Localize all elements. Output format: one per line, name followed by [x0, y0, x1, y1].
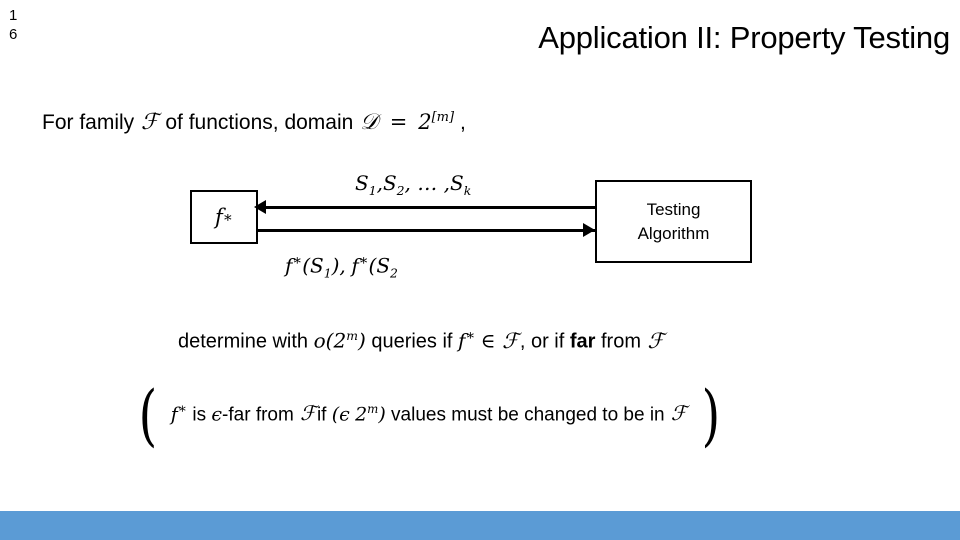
slide-title: Application II: Property Testing	[538, 20, 950, 55]
query-sk-sub: k	[463, 183, 472, 198]
statement-family-domain: For family ℱ of functions, domain 𝒟 = 2[…	[42, 103, 466, 138]
arrow-label-queries: S1,S2, … ,Sk	[355, 170, 471, 204]
answer-f-2: f	[351, 253, 359, 278]
bracket-text-if: if	[316, 404, 327, 426]
bracket-text-is: is	[192, 404, 207, 426]
bracket-star: ∗	[177, 401, 188, 417]
statement-epsilon-far-definition: (f∗ is ϵ-far from ℱif (ϵ 2m) values must…	[138, 377, 720, 455]
value-base-two: 2	[418, 110, 432, 134]
bracket-text-values: values must be changed to be in	[391, 404, 665, 426]
bracket-exponent-m: m	[367, 402, 379, 416]
arrow-label-answers: f∗(S1), f∗(S2	[285, 248, 398, 287]
slide-number: 1 6	[9, 6, 35, 44]
determine-text-4: from	[600, 330, 641, 353]
query-s1: S	[355, 171, 369, 195]
determine-far-emphasis: far	[569, 330, 596, 353]
answer-sub-2: 2	[390, 265, 398, 281]
bracket-script-f-1: ℱ	[300, 401, 316, 426]
symbol-equals: =	[389, 110, 408, 134]
answer-open-1: (S	[302, 253, 324, 278]
query-sk: S	[449, 171, 464, 195]
bracket-inner-paren-close: )	[378, 403, 386, 426]
determine-paren-open: (2	[325, 328, 347, 353]
answer-sub-1: 1	[323, 265, 332, 281]
query-s2: S	[382, 171, 397, 195]
slide-number-digit-2: 6	[9, 26, 18, 43]
bottom-accent-bar	[0, 511, 960, 540]
text-of-functions-domain: of functions, domain	[165, 111, 354, 134]
bracket-epsilon-1: ϵ	[211, 403, 223, 426]
answer-close-1: ),	[331, 253, 346, 278]
determine-star: ∗	[465, 328, 476, 344]
label-star: ∗	[222, 208, 234, 226]
arrow-queries-line	[262, 206, 597, 209]
testing-algorithm-box: Testing Algorithm	[595, 180, 752, 263]
determine-text-2: queries if	[371, 330, 453, 353]
bracket-script-f-2: ℱ	[670, 401, 687, 426]
symbol-domain-script-d: 𝒟	[360, 109, 378, 135]
testing-algorithm-line-1: Testing	[646, 199, 701, 219]
arrow-queries-head-icon	[254, 200, 266, 214]
determine-script-f-2: ℱ	[647, 327, 665, 353]
symbol-family-script-f: ℱ	[141, 109, 159, 135]
determine-text-1: determine with	[178, 330, 309, 353]
arrow-answers-line	[258, 229, 595, 232]
statement-determine-queries: determine with o(2m) queries if f∗ ∈ ℱ, …	[178, 321, 665, 357]
query-s2-sub: 2	[396, 183, 405, 198]
answer-star-1: ∗	[292, 253, 303, 269]
bracket-f: f	[170, 403, 178, 426]
determine-text-3: , or if	[519, 330, 565, 353]
bracket-content: f∗ is ϵ-far from ℱif (ϵ 2m) values must …	[161, 395, 698, 429]
determine-script-f-1: ℱ	[502, 327, 519, 353]
query-s1-sub: 1	[368, 183, 377, 198]
text-comma: ,	[459, 111, 466, 134]
query-sep-2: , … ,	[404, 171, 450, 195]
bracket-text-far-from: -far from	[222, 404, 294, 426]
answer-open-2: (S	[368, 253, 391, 278]
determine-exponent-m: m	[346, 328, 358, 343]
arrow-answers-head-icon	[583, 223, 595, 237]
bracket-base-two: 2	[355, 403, 368, 426]
determine-element-of-icon: ∈	[480, 328, 496, 353]
testing-algorithm-line-2: Algorithm	[637, 223, 710, 243]
slide-number-digit-1: 1	[9, 7, 18, 24]
determine-little-o: o	[313, 328, 326, 353]
exponent-bracket-m: [m]	[431, 110, 455, 125]
answer-star-2: ∗	[358, 253, 369, 269]
label-f: f	[214, 205, 223, 229]
bracket-epsilon-2: ϵ	[339, 403, 350, 426]
slide-canvas: 1 6 Application II: Property Testing For…	[0, 0, 960, 540]
text-for-family: For family	[42, 111, 135, 134]
function-box-f-star: f ∗	[190, 190, 258, 244]
determine-paren-close: )	[357, 328, 366, 353]
